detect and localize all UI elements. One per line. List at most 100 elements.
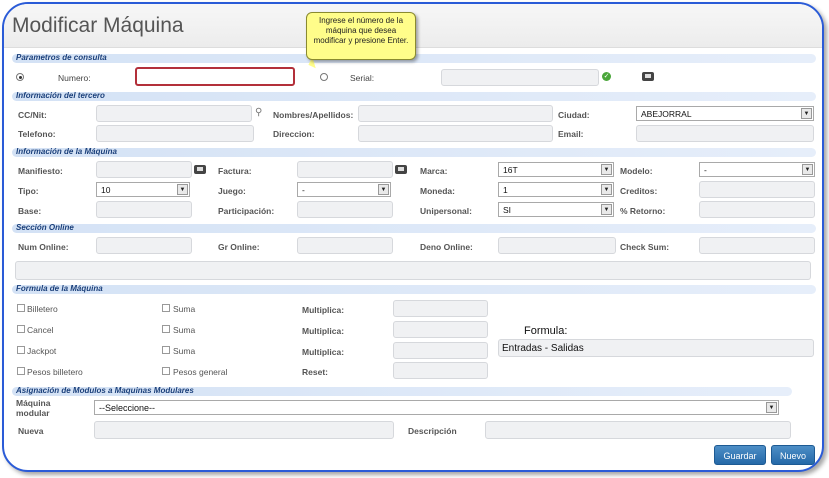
multiplica-input[interactable] [393,300,488,317]
section-title: Información del tercero [16,91,105,100]
tipo-label: Tipo: [18,186,39,196]
pesos-billetero-checkbox[interactable] [17,367,25,375]
retorno-label: % Retorno: [620,206,666,216]
gr-online-label: Gr Online: [218,242,260,252]
marca-select[interactable]: 16T ▼ [498,162,614,177]
tipo-value: 10 [101,185,111,195]
email-label: Email: [558,129,584,139]
chevron-down-icon: ▼ [601,184,612,195]
suma-checkbox[interactable] [162,304,170,312]
unipersonal-label: Unipersonal: [420,206,472,216]
nombres-label: Nombres/Apellidos: [273,110,354,120]
nueva-input[interactable] [94,421,394,439]
multiplica-input[interactable] [393,321,488,338]
moneda-value: 1 [503,185,508,195]
gr-online-input[interactable] [297,237,393,254]
numero-input[interactable] [135,67,295,86]
search-icon[interactable]: ⚲ [255,107,262,118]
retorno-input[interactable] [699,201,815,218]
billetero-checkbox[interactable] [17,304,25,312]
multiplica-label: Multiplica: [302,347,345,357]
maquina-modular-select[interactable]: --Seleccione-- ▼ [94,400,779,415]
modelo-label: Modelo: [620,166,653,176]
marca-value: 16T [503,165,518,175]
manifiesto-input[interactable] [96,161,192,178]
manifiesto-label: Manifiesto: [18,166,63,176]
creditos-label: Creditos: [620,186,658,196]
check-icon[interactable]: ✓ [602,72,611,81]
factura-input[interactable] [297,161,393,178]
ciudad-label: Ciudad: [558,110,590,120]
guardar-button[interactable]: Guardar [714,445,766,465]
section-title: Asignación de Modulos a Maquinas Modular… [16,386,194,395]
direccion-input[interactable] [358,125,553,142]
creditos-input[interactable] [699,181,815,198]
chevron-down-icon: ▼ [801,108,812,119]
juego-select[interactable]: - ▼ [297,182,391,197]
deno-online-input[interactable] [498,237,616,254]
formula-input[interactable]: Entradas - Salidas [498,339,814,357]
direccion-label: Direccion: [273,129,315,139]
numero-label: Numero: [58,73,91,83]
ciudad-value: ABEJORRAL [641,109,692,119]
serial-label: Serial: [350,73,375,83]
base-input[interactable] [96,201,192,218]
tipo-select[interactable]: 10 ▼ [96,182,190,197]
participacion-label: Participación: [218,206,275,216]
section-title: Parametros de consulta [16,53,107,62]
descripcion-input[interactable] [485,421,791,439]
pesos-billetero-label: Pesos billetero [27,367,83,377]
chevron-down-icon: ▼ [601,204,612,215]
section-title: Sección Online [16,223,74,232]
section-online: Sección Online [12,223,816,233]
nombres-input[interactable] [358,105,553,122]
ccnit-input[interactable] [96,105,252,122]
moneda-label: Moneda: [420,186,455,196]
cancel-label: Cancel [27,325,54,335]
section-modulos: Asignación de Modulos a Maquinas Modular… [12,386,792,396]
telefono-label: Telefono: [18,129,56,139]
jackpot-checkbox[interactable] [17,346,25,354]
multiplica-input[interactable] [393,342,488,359]
section-maquina: Información de la Máquina [12,147,816,157]
suma-checkbox[interactable] [162,325,170,333]
tooltip: Ingrese el número de la máquina que dese… [306,12,416,60]
pesos-general-checkbox[interactable] [162,367,170,375]
section-tercero: Información del tercero [12,91,816,101]
telefono-input[interactable] [96,125,254,142]
descripcion-label: Descripción [408,426,457,436]
card-reader-icon[interactable] [395,165,407,174]
serial-radio[interactable] [320,73,328,81]
card-reader-icon[interactable] [642,72,654,81]
modelo-select[interactable]: - ▼ [699,162,815,177]
card-reader-icon[interactable] [194,165,206,174]
unipersonal-select[interactable]: SI ▼ [498,202,614,217]
suma-label: Suma [173,325,196,335]
suma-label: Suma [173,304,196,314]
chevron-down-icon: ▼ [802,164,813,175]
jackpot-label: Jackpot [27,346,57,356]
juego-value: - [302,185,305,195]
cancel-checkbox[interactable] [17,325,25,333]
suma-checkbox[interactable] [162,346,170,354]
maquina-modular-label: Máquina modular [16,398,51,418]
chevron-down-icon: ▼ [601,164,612,175]
check-sum-input[interactable] [699,237,815,254]
online-wide-input[interactable] [15,261,811,280]
participacion-input[interactable] [297,201,393,218]
ciudad-select[interactable]: ABEJORRAL ▼ [636,106,814,121]
multiplica-label: Multiplica: [302,305,345,315]
numero-radio[interactable] [16,73,24,81]
serial-input[interactable] [441,69,599,86]
chevron-down-icon: ▼ [177,184,188,195]
pesos-general-label: Pesos general [173,367,228,377]
nuevo-button[interactable]: Nuevo [771,445,815,465]
section-formula: Formula de la Máquina [12,284,816,294]
suma-label: Suma [173,346,196,356]
reset-input[interactable] [393,362,488,379]
num-online-input[interactable] [96,237,192,254]
main-panel: Modificar Máquina Parametros de consulta… [2,2,824,472]
reset-label: Reset: [302,367,328,377]
moneda-select[interactable]: 1 ▼ [498,182,614,197]
email-input[interactable] [636,125,814,142]
